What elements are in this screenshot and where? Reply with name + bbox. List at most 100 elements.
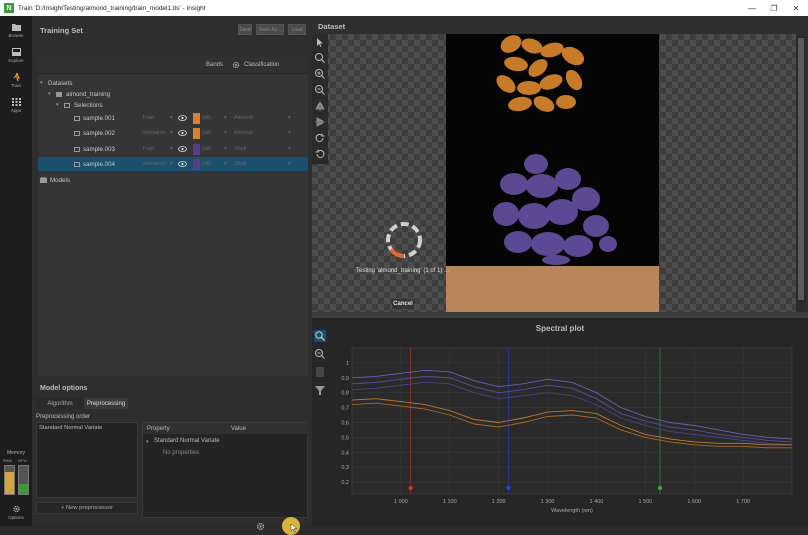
scrollbar-thumb[interactable]	[798, 38, 804, 300]
sample-role[interactable]: Validation	[142, 130, 166, 136]
sidebar-item-explore[interactable]: Explore	[0, 43, 32, 67]
preprocessor-item[interactable]: Standard Normal Variate	[39, 425, 102, 431]
spectral-plot-chart[interactable]: 0,2 0,3 0,4 0,5 0,6 0,7 0,8 0,9 1 1 000 1 100 1 200…	[330, 334, 804, 524]
load-button[interactable]: Load	[288, 24, 306, 35]
collapse-arrow-icon[interactable]: ▾	[56, 102, 59, 108]
sidebar-item-label: Browse	[8, 32, 24, 38]
models-label: Models	[50, 176, 70, 184]
eye-icon[interactable]	[178, 130, 187, 136]
band-selector[interactable]: (all)	[202, 161, 211, 167]
band-selector[interactable]: (all)	[202, 130, 211, 136]
zoom-in-icon[interactable]	[314, 68, 326, 80]
class-color-swatch[interactable]	[193, 112, 200, 124]
sample-class[interactable]: Almond	[234, 130, 253, 136]
plot-area	[351, 347, 793, 495]
save-as-button[interactable]: Save As...	[256, 24, 284, 35]
sidebar-item-options[interactable]: Options	[0, 500, 32, 524]
datasets-label: Datasets	[48, 79, 73, 87]
class-color-swatch[interactable]	[193, 143, 200, 155]
tab-algorithm[interactable]: Algorithm	[36, 398, 84, 409]
sample-role[interactable]: Validation	[142, 161, 166, 167]
tab-bands[interactable]: Bands	[206, 56, 223, 74]
class-color-swatch[interactable]	[193, 158, 200, 170]
eye-icon[interactable]	[178, 146, 187, 152]
dropdown-arrow-icon[interactable]: ▾	[288, 130, 291, 136]
sample-class[interactable]: Shell	[234, 161, 246, 167]
close-button[interactable]: ✕	[784, 0, 808, 16]
dropdown-arrow-icon[interactable]: ▾	[170, 115, 173, 121]
zoom-out-icon[interactable]	[314, 348, 326, 360]
dropdown-arrow-icon[interactable]: ▾	[170, 146, 173, 152]
testing-status-text: Testing 'almond_training' (1 of 1) ...	[356, 268, 450, 274]
rotate-left-icon[interactable]	[314, 148, 326, 160]
sidebar-item-train[interactable]: Train	[0, 68, 32, 92]
eye-icon[interactable]	[178, 115, 187, 121]
band-selector[interactable]: (all)	[202, 115, 211, 121]
y-tick-label: 0,2	[341, 480, 349, 486]
viewer-scrollbar[interactable]	[796, 34, 806, 312]
sample-row[interactable]: sample.003 Train ▾ (all) ▾ Shell ▾	[38, 142, 308, 156]
maximize-button[interactable]: ❐	[762, 0, 786, 16]
dropdown-arrow-icon[interactable]: ▾	[170, 161, 173, 167]
dropdown-arrow-icon[interactable]: ▾	[224, 130, 227, 136]
flip-vertical-icon[interactable]	[314, 116, 326, 128]
loading-spinner	[386, 222, 422, 258]
zoom-fit-icon[interactable]	[314, 330, 326, 342]
dropdown-arrow-icon[interactable]: ▾	[288, 115, 291, 121]
selections-label: Selections	[74, 101, 103, 109]
rotate-right-icon[interactable]	[314, 132, 326, 144]
tree-row-selections[interactable]: ▾ Selections	[38, 98, 308, 112]
sidebar-item-browse[interactable]: Browse	[0, 18, 32, 42]
zoom-out-icon[interactable]	[314, 84, 326, 96]
zoom-fit-icon[interactable]	[314, 52, 326, 64]
axis-range-icon[interactable]	[314, 366, 326, 378]
dropdown-arrow-icon[interactable]: ▾	[288, 161, 291, 167]
selection-icon	[74, 146, 80, 152]
gear-icon[interactable]	[256, 522, 265, 531]
sample-name: sample.001	[83, 114, 115, 122]
sample-class[interactable]: Almond	[234, 115, 253, 121]
pointer-tool-icon[interactable]	[314, 36, 326, 48]
cancel-button[interactable]: Cancel	[392, 299, 414, 309]
y-tick-label: 0,7	[341, 406, 349, 412]
dropdown-arrow-icon[interactable]: ▾	[224, 115, 227, 121]
run-training-button[interactable]	[282, 517, 300, 535]
dropdown-arrow-icon[interactable]: ▾	[288, 146, 291, 152]
filter-icon[interactable]	[314, 384, 326, 396]
sample-row[interactable]: sample.002 Validation ▾ (all) ▾ Almond ▾	[38, 126, 308, 140]
new-preprocessor-button[interactable]: + New preprocessor	[36, 502, 138, 514]
dataset-name: almond_training	[66, 90, 111, 98]
tab-preprocessing[interactable]: Preprocessing	[84, 398, 128, 409]
sidebar-item-label: Train	[10, 82, 22, 88]
dropdown-arrow-icon[interactable]: ▾	[224, 161, 227, 167]
eye-icon[interactable]	[178, 161, 187, 167]
collapse-arrow-icon[interactable]: ▾	[146, 439, 149, 445]
sample-role[interactable]: Train	[142, 115, 154, 121]
tree-row-models[interactable]: Models	[38, 173, 308, 187]
spectral-plot-title: Spectral plot	[535, 324, 585, 333]
save-button[interactable]: Save	[238, 24, 252, 35]
app-logo-icon: N	[4, 3, 14, 13]
class-color-swatch[interactable]	[193, 127, 200, 139]
training-set-tree: Bands Classification ▾ Datasets ▾ almond…	[38, 56, 308, 376]
sample-role[interactable]: Train	[142, 146, 154, 152]
minimize-button[interactable]: —	[740, 0, 764, 16]
y-tick-label: 0,3	[341, 465, 349, 471]
image-viewer[interactable]: Testing 'almond_training' (1 of 1) ... C…	[312, 34, 796, 312]
tab-classification[interactable]: Classification	[244, 56, 279, 74]
collapse-arrow-icon[interactable]: ▾	[48, 91, 51, 97]
gear-icon[interactable]	[232, 61, 240, 69]
property-group: Standard Normal Variate	[154, 438, 220, 444]
dropdown-arrow-icon[interactable]: ▾	[170, 130, 173, 136]
x-tick-label: 1 200	[492, 499, 506, 505]
band-selector[interactable]: (all)	[202, 146, 211, 152]
tree-header: Bands Classification	[38, 56, 308, 74]
sample-row-selected[interactable]: sample.004 Validation ▾ (all) ▾ Shell ▾	[38, 157, 308, 171]
ram-usage-bar	[4, 465, 15, 495]
flip-horizontal-icon[interactable]	[314, 100, 326, 112]
collapse-arrow-icon[interactable]: ▾	[40, 80, 43, 86]
dropdown-arrow-icon[interactable]: ▾	[224, 146, 227, 152]
sidebar-item-apps[interactable]: Apps	[0, 93, 32, 117]
sample-row[interactable]: sample.001 Train ▾ (all) ▾ Almond ▾	[38, 111, 308, 125]
sample-class[interactable]: Shell	[234, 146, 246, 152]
